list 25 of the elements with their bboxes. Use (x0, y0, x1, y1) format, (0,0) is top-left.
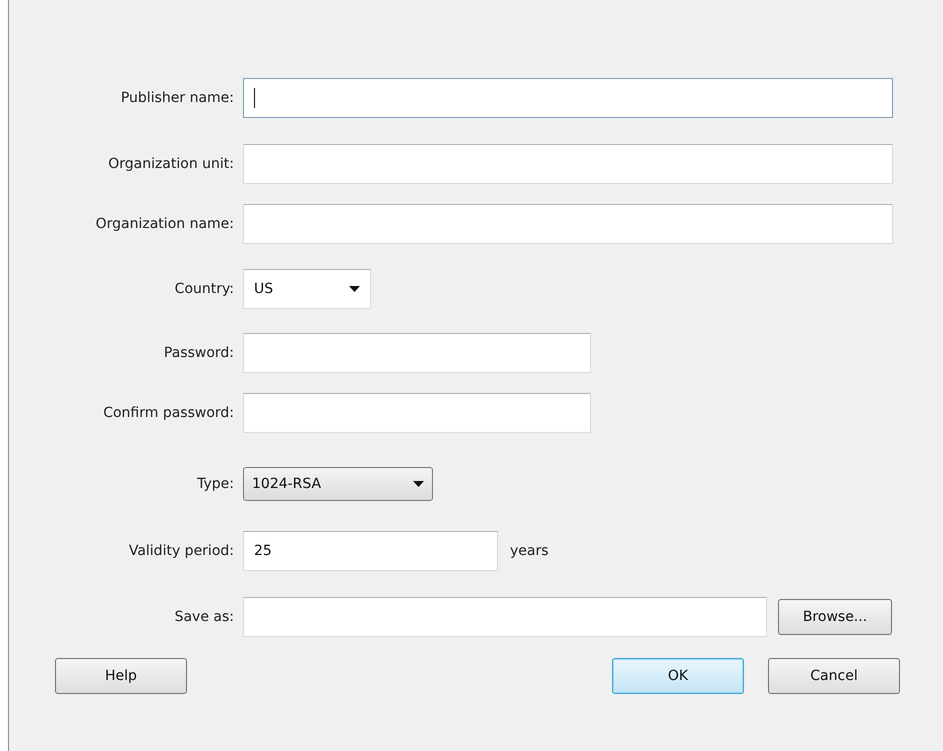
dropdown-arrow-icon (413, 481, 424, 487)
field-label: Publisher name: (120, 90, 234, 106)
dialog-button[interactable]: Help (55, 658, 187, 694)
country-select[interactable]: US (243, 269, 371, 309)
field-label: Organization name: (94, 216, 234, 232)
dialog-button[interactable]: Cancel (768, 658, 900, 694)
dropdown-arrow-icon (349, 286, 360, 292)
input-field[interactable] (243, 144, 893, 184)
password-field[interactable] (243, 393, 591, 433)
field-label: Confirm password: (102, 405, 234, 421)
field-label: Password: (162, 345, 234, 361)
type-dropdown[interactable]: 1024-RSA (243, 467, 433, 501)
input-field[interactable]: 25 (243, 531, 498, 571)
password-field[interactable] (243, 333, 591, 373)
field-label: Organization unit: (107, 156, 234, 172)
input-field[interactable] (243, 78, 893, 118)
field-label: Save as: (174, 609, 234, 625)
field-label: Type: (196, 476, 234, 492)
input-field[interactable] (243, 204, 893, 244)
browse-button[interactable]: Browse... (778, 599, 892, 635)
field-label: Validity period: (128, 543, 234, 559)
dialog-button[interactable]: OK (612, 658, 744, 694)
unit-label: years (510, 543, 549, 559)
field-label: Country: (174, 281, 234, 297)
input-field[interactable] (243, 597, 767, 637)
